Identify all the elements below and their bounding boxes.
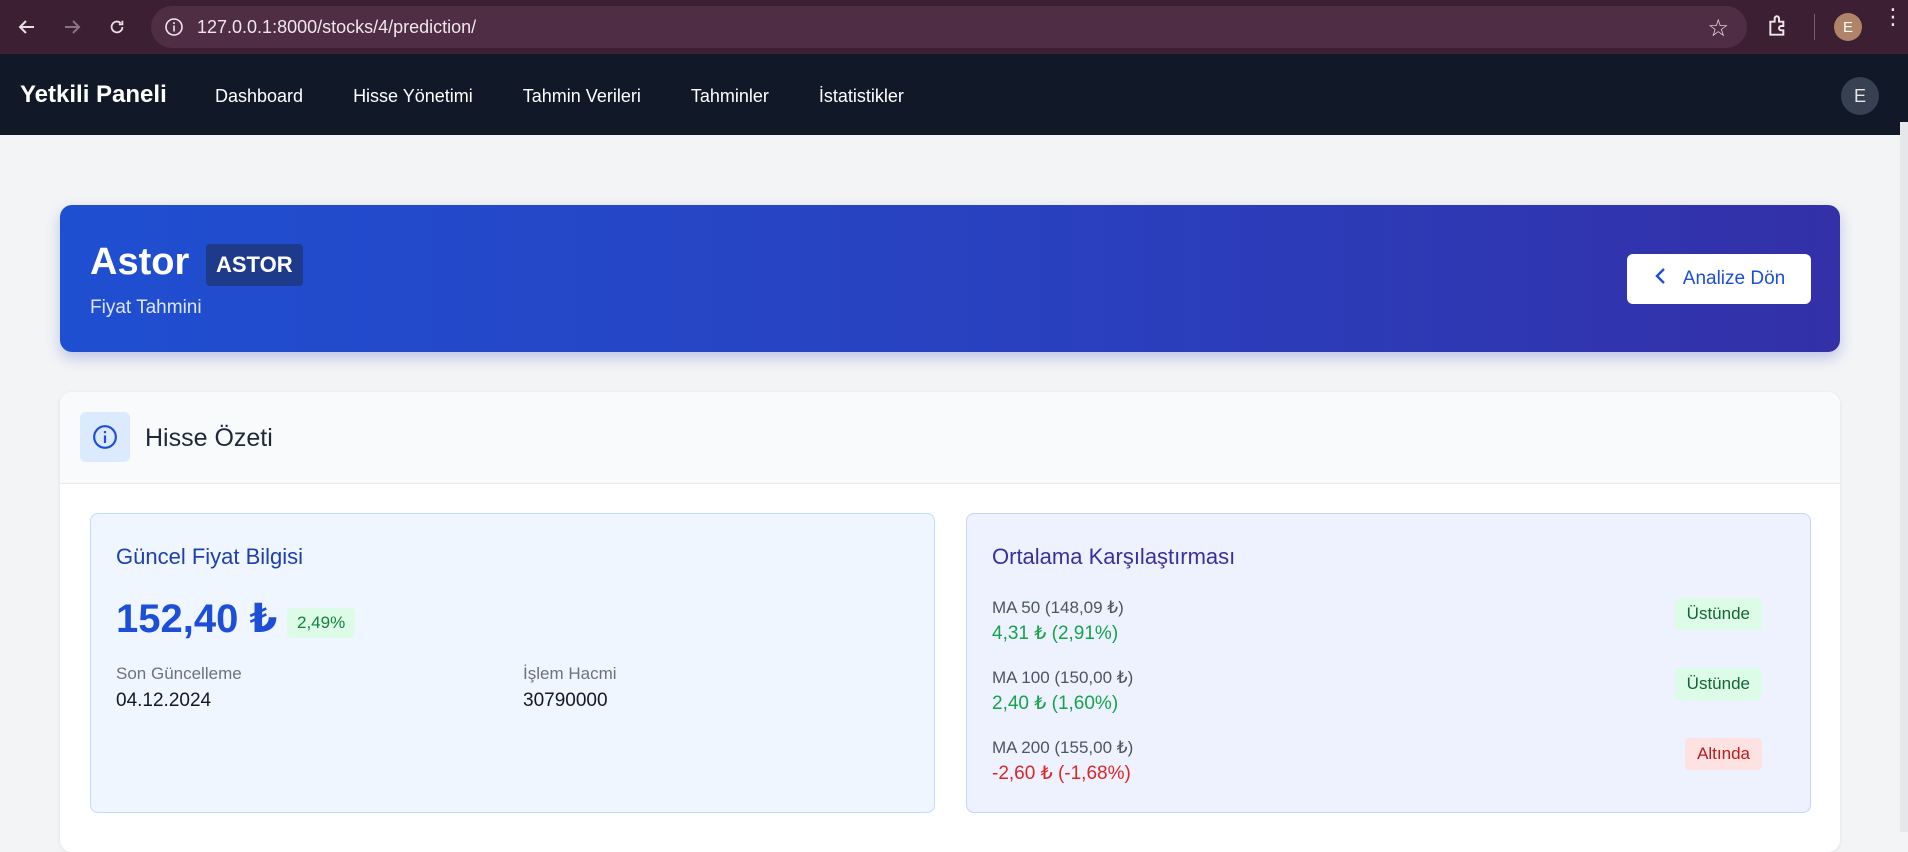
ma-diff: 4,31 ₺ (2,91%) (992, 623, 1119, 644)
page-scrollbar[interactable] (1900, 54, 1908, 832)
user-avatar[interactable]: E (1841, 77, 1879, 115)
info-icon (80, 412, 130, 462)
nav-links: Dashboard Hisse Yönetimi Tahmin Verileri… (215, 86, 954, 107)
card-header: Hisse Özeti (60, 392, 1840, 484)
extensions-icon[interactable] (1766, 13, 1792, 44)
volume-label: İşlem Hacmi (523, 664, 617, 683)
current-price-title: Güncel Fiyat Bilgisi (116, 544, 304, 569)
nav-link-tahmin-verileri[interactable]: Tahmin Verileri (523, 86, 641, 107)
bookmark-star-icon[interactable]: ☆ (1707, 14, 1729, 43)
price-change-badge: 2,49% (287, 608, 356, 638)
page-subtitle: Fiyat Tahmini (90, 297, 202, 318)
ma-status-badge: Üstünde (1674, 598, 1762, 630)
stock-hero-banner: Astor ASTOR Fiyat Tahmini Analize Dön (60, 205, 1840, 352)
scrollbar-thumb[interactable] (1900, 54, 1908, 122)
site-info-icon[interactable] (163, 16, 185, 38)
stock-summary-card: Hisse Özeti Güncel Fiyat Bilgisi 152,40 … (60, 392, 1840, 852)
forward-arrow-icon[interactable] (57, 12, 87, 42)
ma-label: MA 50 (148,09 ₺) (992, 598, 1124, 617)
ma-label: MA 100 (150,00 ₺) (992, 668, 1134, 687)
ma-row-50: MA 50 (148,09 ₺) 4,31 ₺ (2,91%) Üstünde (992, 598, 1787, 658)
volume-value: 30790000 (523, 690, 608, 711)
ticker-badge: ASTOR (206, 244, 303, 286)
ma-diff: -2,60 ₺ (-1,68%) (992, 763, 1131, 784)
address-bar[interactable]: 127.0.0.1:8000/stocks/4/prediction/ ☆ (151, 6, 1747, 48)
last-update-label: Son Güncelleme (116, 664, 242, 683)
ma-diff: 2,40 ₺ (1,60%) (992, 693, 1119, 714)
toolbar-separator (1814, 14, 1815, 40)
url-text[interactable]: 127.0.0.1:8000/stocks/4/prediction/ (197, 17, 476, 38)
browser-menu-icon[interactable]: ⋮ (1882, 6, 1904, 28)
nav-link-istatistikler[interactable]: İstatistikler (819, 86, 904, 107)
back-arrow-icon[interactable] (12, 12, 42, 42)
back-button-label: Analize Dön (1682, 268, 1786, 289)
ma-comparison-panel: Ortalama Karşılaştırması MA 50 (148,09 ₺… (966, 513, 1811, 813)
ma-status-badge: Altında (1685, 738, 1762, 770)
ma-label: MA 200 (155,00 ₺) (992, 738, 1134, 757)
card-title: Hisse Özeti (145, 424, 273, 452)
last-update-value: 04.12.2024 (116, 690, 212, 711)
reload-icon[interactable] (102, 12, 132, 42)
nav-link-hisse-yonetimi[interactable]: Hisse Yönetimi (353, 86, 473, 107)
ma-status-badge: Üstünde (1674, 668, 1762, 700)
chevron-left-icon (1653, 267, 1669, 291)
ma-comparison-title: Ortalama Karşılaştırması (992, 544, 1236, 569)
current-price: 152,40 ₺ (116, 597, 278, 641)
nav-link-tahminler[interactable]: Tahminler (691, 86, 769, 107)
app-navbar: Yetkili Paneli Dashboard Hisse Yönetimi … (0, 54, 1908, 135)
nav-link-dashboard[interactable]: Dashboard (215, 86, 303, 107)
browser-profile-avatar[interactable]: E (1834, 13, 1862, 41)
back-to-analysis-button[interactable]: Analize Dön (1627, 254, 1811, 304)
browser-toolbar: 127.0.0.1:8000/stocks/4/prediction/ ☆ E … (0, 0, 1908, 54)
current-price-panel: Güncel Fiyat Bilgisi 152,40 ₺ 2,49% Son … (90, 513, 935, 813)
stock-name: Astor (90, 241, 190, 283)
brand-title[interactable]: Yetkili Paneli (20, 81, 167, 109)
ma-row-100: MA 100 (150,00 ₺) 2,40 ₺ (1,60%) Üstünde (992, 668, 1787, 728)
ma-row-200: MA 200 (155,00 ₺) -2,60 ₺ (-1,68%) Altın… (992, 738, 1787, 798)
